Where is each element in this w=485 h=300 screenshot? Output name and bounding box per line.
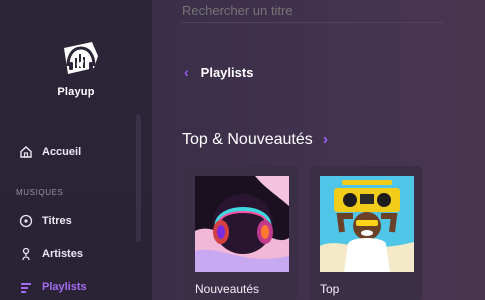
sidebar-item-titres[interactable]: Titres — [18, 210, 72, 232]
sidebar-item-label: Titres — [42, 215, 72, 227]
section-label-musiques: MUSIQUES — [16, 188, 64, 197]
home-icon — [18, 144, 34, 160]
brand-name: Playup — [57, 86, 95, 98]
sidebar-item-label: Accueil — [42, 146, 82, 158]
card-label: Top — [320, 282, 340, 296]
sidebar-item-accueil[interactable]: Accueil — [18, 141, 81, 163]
music-note-icon — [18, 213, 34, 229]
search-underline — [182, 22, 444, 23]
section-title: Top & Nouveautés — [182, 131, 313, 148]
section-header[interactable]: Top & Nouveautés › — [182, 131, 328, 149]
sidebar: Playup Accueil MUSIQUES Titres Artistes … — [0, 0, 152, 300]
playup-logo-icon[interactable] — [58, 38, 102, 78]
sidebar-item-label: Playlists — [42, 281, 87, 293]
album-cover-boombox — [320, 176, 414, 272]
album-cover-headphones — [195, 176, 289, 272]
microphone-icon — [18, 246, 34, 262]
sidebar-item-label: Artistes — [42, 248, 83, 260]
breadcrumb[interactable]: ‹ Playlists — [184, 64, 253, 80]
playlist-icon — [18, 279, 34, 295]
card-label: Nouveautés — [195, 282, 260, 296]
search-input[interactable] — [182, 0, 442, 20]
chevron-right-icon[interactable]: › — [323, 131, 328, 149]
sidebar-item-playlists[interactable]: Playlists — [18, 276, 87, 298]
playlist-card-top[interactable]: Top — [310, 166, 422, 300]
sidebar-scrollbar[interactable] — [136, 114, 141, 242]
playlist-card-nouveautes[interactable]: Nouveautés — [185, 166, 297, 300]
page-title: Playlists — [200, 64, 254, 80]
chevron-left-icon[interactable]: ‹ — [184, 64, 189, 80]
sidebar-item-artistes[interactable]: Artistes — [18, 243, 83, 265]
